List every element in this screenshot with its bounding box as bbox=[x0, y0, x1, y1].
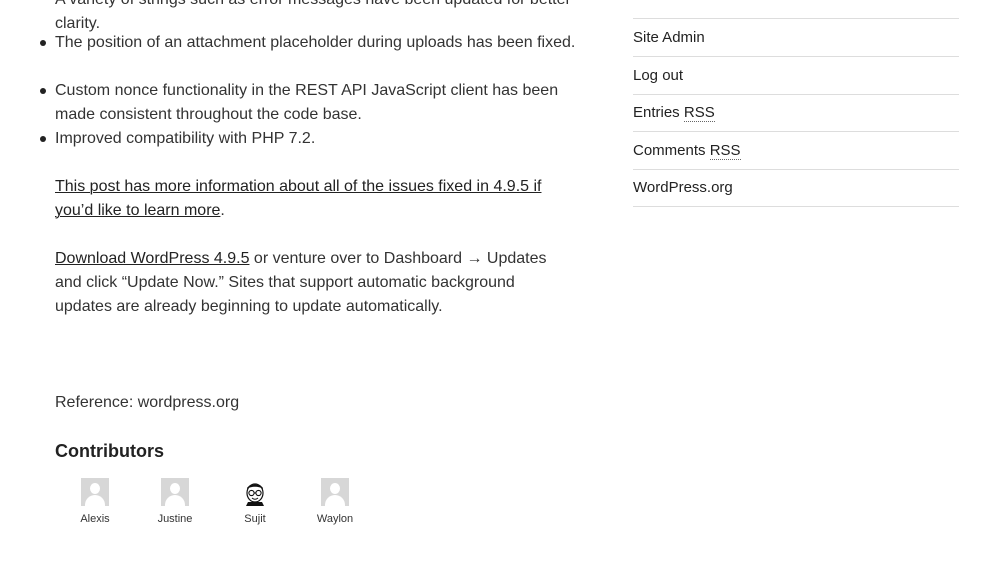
contributor-alexis[interactable]: Alexis bbox=[55, 478, 135, 526]
meta-item: Comments RSS bbox=[633, 132, 959, 170]
contributor-name: Alexis bbox=[80, 513, 110, 525]
contributor-name: Justine bbox=[157, 513, 193, 525]
rss-abbr: RSS bbox=[709, 142, 741, 160]
log-out-link[interactable]: Log out bbox=[633, 67, 683, 84]
contributors-heading: Contributors bbox=[55, 441, 164, 461]
list-item: Improved compatibility with PHP 7.2. bbox=[40, 127, 580, 151]
rss-abbr: RSS bbox=[683, 104, 715, 122]
more-info-link[interactable]: This post has more information about all… bbox=[55, 178, 541, 219]
reference-text: Reference: wordpress.org bbox=[55, 394, 240, 411]
more-info-paragraph: This post has more information about all… bbox=[55, 175, 575, 223]
comments-label: Comments bbox=[633, 142, 710, 159]
contributors-list: Alexis Justine Sujit Waylon bbox=[55, 478, 395, 528]
comments-rss-link[interactable]: Comments RSS bbox=[633, 142, 741, 160]
default-avatar-icon bbox=[81, 478, 109, 506]
download-paragraph: Download WordPress 4.9.5 or venture over… bbox=[55, 247, 575, 319]
cartoon-avatar-icon bbox=[241, 478, 269, 506]
default-avatar-icon bbox=[161, 478, 189, 506]
meta-item: Site Admin bbox=[633, 19, 959, 57]
wordpress-org-link[interactable]: WordPress.org bbox=[633, 179, 733, 196]
contributor-name: Waylon bbox=[316, 513, 354, 525]
default-avatar-icon bbox=[321, 478, 349, 506]
more-info-period: . bbox=[220, 202, 225, 219]
contributor-waylon[interactable]: Waylon bbox=[295, 478, 375, 526]
contributor-justine[interactable]: Justine bbox=[135, 478, 215, 526]
download-wordpress-link[interactable]: Download WordPress 4.9.5 bbox=[55, 250, 249, 267]
entries-rss-link[interactable]: Entries RSS bbox=[633, 104, 715, 122]
meta-item: Entries RSS bbox=[633, 94, 959, 132]
entries-label: Entries bbox=[633, 104, 684, 121]
contributor-sujit[interactable]: Sujit bbox=[215, 478, 295, 526]
contributor-name: Sujit bbox=[244, 513, 266, 525]
list-item: The position of an attachment placeholde… bbox=[40, 31, 580, 55]
meta-item: Log out bbox=[633, 57, 959, 95]
list-item: Custom nonce functionality in the REST A… bbox=[40, 79, 580, 127]
site-admin-link[interactable]: Site Admin bbox=[633, 29, 705, 46]
meta-item: WordPress.org bbox=[633, 169, 959, 207]
